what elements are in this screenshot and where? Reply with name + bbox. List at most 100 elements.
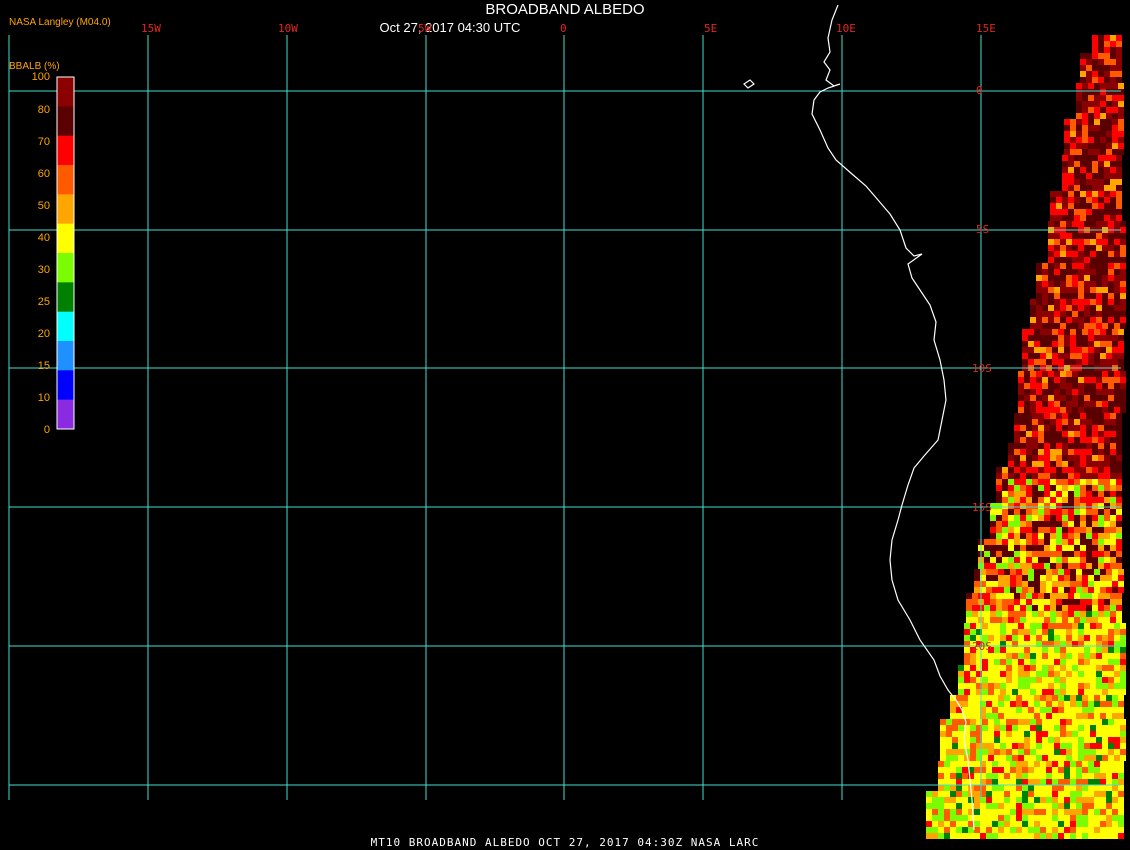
albedo-pixel [1026, 491, 1032, 497]
albedo-pixel [1084, 275, 1090, 281]
albedo-pixel [990, 527, 996, 533]
albedo-pixel [1116, 521, 1122, 527]
albedo-pixel [1120, 305, 1126, 311]
legend-tick: 100 [31, 71, 50, 83]
albedo-pixel [1026, 593, 1032, 599]
albedo-pixel [1094, 335, 1100, 341]
albedo-pixel [1100, 113, 1106, 119]
albedo-pixel [1118, 773, 1124, 779]
albedo-pixel [1048, 407, 1054, 413]
albedo-pixel [988, 683, 994, 689]
albedo-pixel [1076, 575, 1082, 581]
albedo-pixel [1096, 719, 1102, 725]
albedo-pixel [1056, 215, 1062, 221]
albedo-pixel [1074, 467, 1080, 473]
albedo-pixel [1026, 443, 1032, 449]
albedo-pixel [1088, 95, 1094, 101]
albedo-pixel [1002, 539, 1008, 545]
albedo-pixel [1114, 233, 1120, 239]
albedo-pixel [1048, 623, 1054, 629]
albedo-pixel [1022, 701, 1028, 707]
albedo-pixel [1028, 359, 1034, 365]
albedo-pixel [1006, 665, 1012, 671]
albedo-pixel [1016, 707, 1022, 713]
albedo-pixel [1036, 677, 1042, 683]
albedo-pixel [964, 659, 970, 665]
albedo-pixel [1020, 599, 1026, 605]
albedo-pixel [1054, 401, 1060, 407]
albedo-pixel [1020, 563, 1026, 569]
albedo-pixel [1088, 329, 1094, 335]
albedo-pixel [1050, 545, 1056, 551]
albedo-pixel [1080, 155, 1086, 161]
albedo-pixel [1068, 443, 1074, 449]
albedo-pixel [1002, 527, 1008, 533]
albedo-pixel [1036, 629, 1042, 635]
albedo-pixel [1104, 77, 1110, 83]
albedo-pixel [1098, 455, 1104, 461]
albedo-pixel [1066, 389, 1072, 395]
albedo-pixel [1116, 473, 1122, 479]
albedo-pixel [1000, 647, 1006, 653]
albedo-pixel [1118, 107, 1124, 113]
albedo-pixel [1114, 317, 1120, 323]
albedo-pixel [1026, 437, 1032, 443]
albedo-pixel [1048, 731, 1054, 737]
albedo-pixel [962, 785, 968, 791]
albedo-pixel [1010, 761, 1016, 767]
albedo-pixel [1078, 257, 1084, 263]
albedo-pixel [1016, 797, 1022, 803]
albedo-pixel [1064, 353, 1070, 359]
albedo-pixel [996, 467, 1002, 473]
albedo-pixel [1102, 755, 1108, 761]
albedo-pixel [1002, 515, 1008, 521]
albedo-pixel [1058, 827, 1064, 833]
albedo-pixel [964, 647, 970, 653]
albedo-pixel [1014, 527, 1020, 533]
albedo-pixel [938, 821, 944, 827]
albedo-pixel [1048, 245, 1054, 251]
albedo-pixel [1034, 335, 1040, 341]
albedo-pixel [1112, 359, 1118, 365]
albedo-pixel [1040, 695, 1046, 701]
albedo-pixel [1000, 725, 1006, 731]
albedo-pixel [1010, 779, 1016, 785]
albedo-pixel [1112, 809, 1118, 815]
albedo-pixel [1006, 725, 1012, 731]
albedo-pixel [1106, 815, 1112, 821]
albedo-pixel [1050, 419, 1056, 425]
albedo-pixel [1114, 671, 1120, 677]
albedo-pixel [1092, 497, 1098, 503]
albedo-pixel [1012, 671, 1018, 677]
albedo-pixel [990, 563, 996, 569]
albedo-pixel [1004, 773, 1010, 779]
albedo-pixel [964, 629, 970, 635]
albedo-pixel [1034, 767, 1040, 773]
albedo-pixel [1116, 59, 1122, 65]
albedo-pixel [1066, 371, 1072, 377]
albedo-pixel [1080, 455, 1086, 461]
albedo-pixel [1042, 377, 1048, 383]
albedo-pixel [1078, 383, 1084, 389]
albedo-pixel [984, 605, 990, 611]
albedo-pixel [1114, 755, 1120, 761]
albedo-pixel [1066, 233, 1072, 239]
albedo-pixel [944, 785, 950, 791]
albedo-pixel [1084, 377, 1090, 383]
albedo-pixel [1084, 245, 1090, 251]
albedo-pixel [1062, 533, 1068, 539]
albedo-pixel [1062, 527, 1068, 533]
albedo-pixel [1068, 515, 1074, 521]
albedo-pixel [1046, 815, 1052, 821]
albedo-pixel [1118, 761, 1124, 767]
albedo-pixel [1022, 713, 1028, 719]
albedo-pixel [1018, 677, 1024, 683]
albedo-pixel [1060, 683, 1066, 689]
albedo-pixel [958, 719, 964, 725]
albedo-pixel [1078, 371, 1084, 377]
albedo-pixel [1040, 707, 1046, 713]
albedo-pixel [1094, 581, 1100, 587]
albedo-pixel [1016, 827, 1022, 833]
albedo-pixel [1098, 443, 1104, 449]
albedo-pixel [1080, 611, 1086, 617]
